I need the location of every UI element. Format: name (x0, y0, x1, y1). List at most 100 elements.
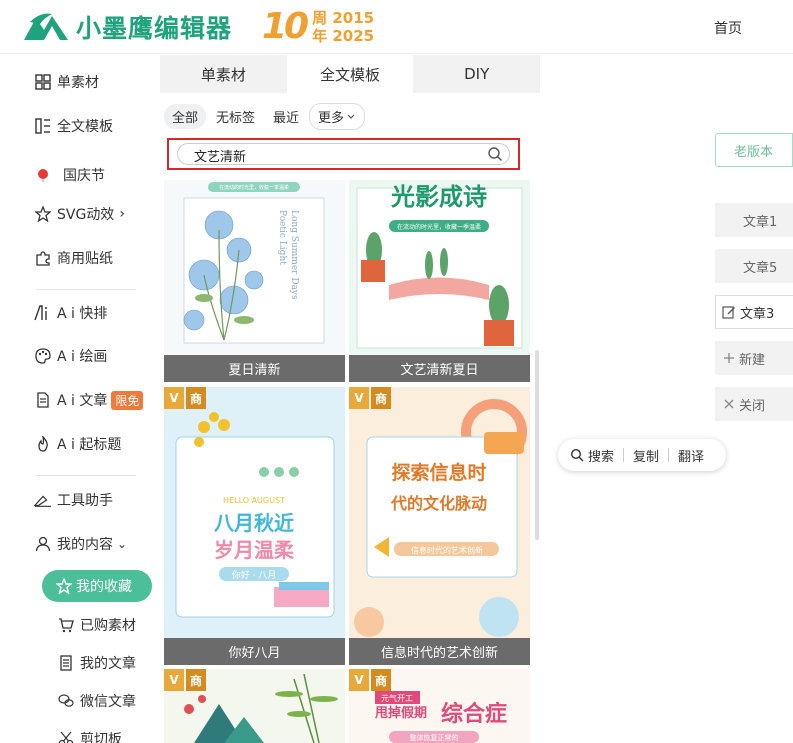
card-tag: 信息时代的艺术创新 (411, 545, 483, 555)
ctx-copy-button[interactable]: 复制 (633, 446, 659, 465)
card-thumbnail: 光影成诗 在流动的时光里，收藏一季温柔 (349, 180, 530, 355)
sidebar-item-ai-article[interactable]: A i 文章 限免 (34, 390, 144, 410)
tab-diy[interactable]: DIY (413, 55, 540, 93)
card-top-text: 在流动的时光里，收藏一季温柔 (397, 223, 481, 231)
doc-tab-article-1[interactable]: 文章1 (715, 203, 793, 237)
close-button[interactable]: 关闭 (715, 387, 793, 421)
chevron-down-icon (347, 114, 355, 119)
card-small-text: HELLO AUGUST (223, 496, 285, 505)
template-card[interactable]: HELLO AUGUST 八月秋近 岁月温柔 你好 · 八月 V 商 你好八月 (164, 387, 345, 666)
anniversary-badge: 10 周 2015 年 2025 (262, 6, 374, 47)
grid-icon (34, 73, 52, 91)
template-card[interactable]: Long Summer Days Poetic Light 在流动的时光里，收藏… (164, 180, 345, 382)
doc-tab-article-5[interactable]: 文章5 (715, 249, 793, 283)
panel-scrollbar[interactable] (535, 350, 539, 540)
search-icon[interactable] (487, 146, 503, 162)
tab-single-material[interactable]: 单素材 (160, 55, 287, 93)
template-card[interactable]: 元气开工 甩掉假期 综合症 整体恢复正常的 V 商 (349, 669, 530, 743)
sidebar-item-tools[interactable]: 工具助手 (34, 490, 113, 510)
sidebar-item-wechat-articles[interactable]: 微信文章 (58, 691, 136, 711)
card-thumbnail: HELLO AUGUST 八月秋近 岁月温柔 你好 · 八月 (164, 387, 345, 638)
logo-text: 小墨鹰编辑器 (76, 14, 233, 43)
sidebar-item-label: A i 快排 (57, 306, 108, 322)
cart-icon (58, 617, 74, 633)
sidebar-item-purchased[interactable]: 已购素材 (58, 615, 136, 635)
commercial-badge: 商 (186, 387, 206, 409)
card-caption: 信息时代的艺术创新 (349, 638, 530, 665)
tools-icon (34, 491, 52, 509)
card-caption: 你好八月 (164, 638, 345, 665)
scissors-icon (58, 731, 74, 743)
card-caption: 夏日清新 (164, 355, 345, 382)
sidebar-item-my-content[interactable]: 我的内容 ⌄ (34, 534, 127, 554)
card-tag: 你好 · 八月 (232, 569, 277, 581)
flame-icon (34, 435, 52, 453)
vip-commercial-badge: V 商 (164, 669, 206, 691)
sidebar-item-label: 工具助手 (57, 493, 113, 509)
vip-badge: V (349, 669, 369, 691)
chevron-right-icon: › (119, 206, 125, 222)
card-thumbnail: 探索信息时 代的文化脉动 信息时代的艺术创新 (349, 387, 530, 638)
anniversary-number: 10 (262, 6, 309, 47)
filter-recent[interactable]: 最近 (265, 104, 307, 129)
filter-more[interactable]: 更多 (309, 103, 366, 130)
sidebar-item-label: 国庆节 (63, 168, 105, 184)
search-input[interactable]: 文艺清新 (177, 143, 510, 165)
template-card[interactable]: 探索信息时 代的文化脉动 信息时代的艺术创新 V 商 信息时代的艺术创新 (349, 387, 530, 666)
vip-badge: V (164, 387, 184, 409)
anniversary-line-1: 周 2015 (312, 8, 375, 27)
card-title: 综合症 (441, 701, 507, 727)
star-icon (56, 578, 72, 594)
new-article-button[interactable]: 新建 (715, 341, 793, 375)
card-title-2: 代的文化脉动 (390, 494, 487, 513)
nav-home-link[interactable]: 首页 (714, 18, 742, 38)
doc-tab-label: 文章3 (740, 306, 775, 322)
template-card[interactable]: V 商 (164, 669, 345, 743)
filter-more-label: 更多 (318, 111, 345, 126)
sidebar-item-label: A i 起标题 (57, 437, 122, 453)
card-tag-3: 整体恢复正常的 (410, 733, 459, 742)
sidebar-item-ai-title[interactable]: A i 起标题 (34, 434, 121, 454)
search-icon (570, 448, 584, 462)
sidebar-item-my-favorites[interactable]: 我的收藏 (42, 570, 152, 602)
ai-icon (34, 304, 52, 322)
sidebar-item-label: 已购素材 (80, 618, 136, 634)
sidebar-item-my-articles[interactable]: 我的文章 (58, 653, 136, 673)
sidebar-item-label: 我的文章 (80, 656, 136, 672)
user-icon (34, 535, 52, 553)
card-en-text-2: Poetic Light (277, 210, 287, 265)
red-dot-icon (34, 166, 52, 184)
template-card[interactable]: 光影成诗 在流动的时光里，收藏一季温柔 文艺清新夏日 (349, 180, 530, 382)
sidebar-item-ai-layout[interactable]: A i 快排 (34, 303, 107, 323)
card-top-text: 在流动的时光里，收藏一季温柔 (219, 184, 289, 191)
filter-no-tag[interactable]: 无标签 (208, 104, 263, 129)
sidebar-item-ai-painting[interactable]: A i 绘画 (34, 346, 107, 366)
sidebar-item-national-day[interactable]: 国庆节 (34, 165, 105, 185)
sidebar-item-single-material[interactable]: 单素材 (34, 72, 99, 92)
sidebar-item-full-template[interactable]: 全文模板 (34, 116, 113, 136)
sidebar-item-svg-animation[interactable]: SVG动效 › (34, 204, 125, 224)
tab-full-template[interactable]: 全文模板 (286, 55, 414, 93)
sidebar-divider (36, 475, 136, 476)
puzzle-icon (34, 249, 52, 267)
filter-all[interactable]: 全部 (164, 104, 207, 129)
sidebar-item-clipboard[interactable]: 剪切板 (58, 729, 122, 743)
sidebar-item-label: 我的收藏 (76, 579, 132, 595)
ctx-translate-button[interactable]: 翻译 (678, 446, 704, 465)
template-panel: 单素材 全文模板 DIY 全部 无标签 最近 更多 文艺清新 Long Summ… (160, 55, 540, 743)
search-highlight-box: 文艺清新 (167, 138, 520, 170)
card-title-2: 岁月温柔 (214, 538, 295, 562)
card-title-1: 探索信息时 (391, 461, 486, 484)
top-header: 小墨鹰编辑器 10 周 2015 年 2025 首页 (0, 0, 793, 54)
free-badge: 限免 (111, 390, 144, 410)
ctx-search-button[interactable]: 搜索 (588, 446, 614, 465)
sidebar-item-stickers[interactable]: 商用贴纸 (34, 248, 113, 268)
close-label: 关闭 (739, 398, 766, 414)
old-version-button[interactable]: 老版本 (715, 133, 793, 167)
sidebar-item-label: 剪切板 (80, 732, 122, 743)
logo[interactable]: 小墨鹰编辑器 (22, 9, 232, 45)
chevron-down-icon: ⌄ (117, 537, 128, 551)
commercial-badge: 商 (371, 669, 391, 691)
commercial-badge: 商 (371, 387, 391, 409)
doc-tab-article-3[interactable]: 文章3 (715, 295, 793, 329)
